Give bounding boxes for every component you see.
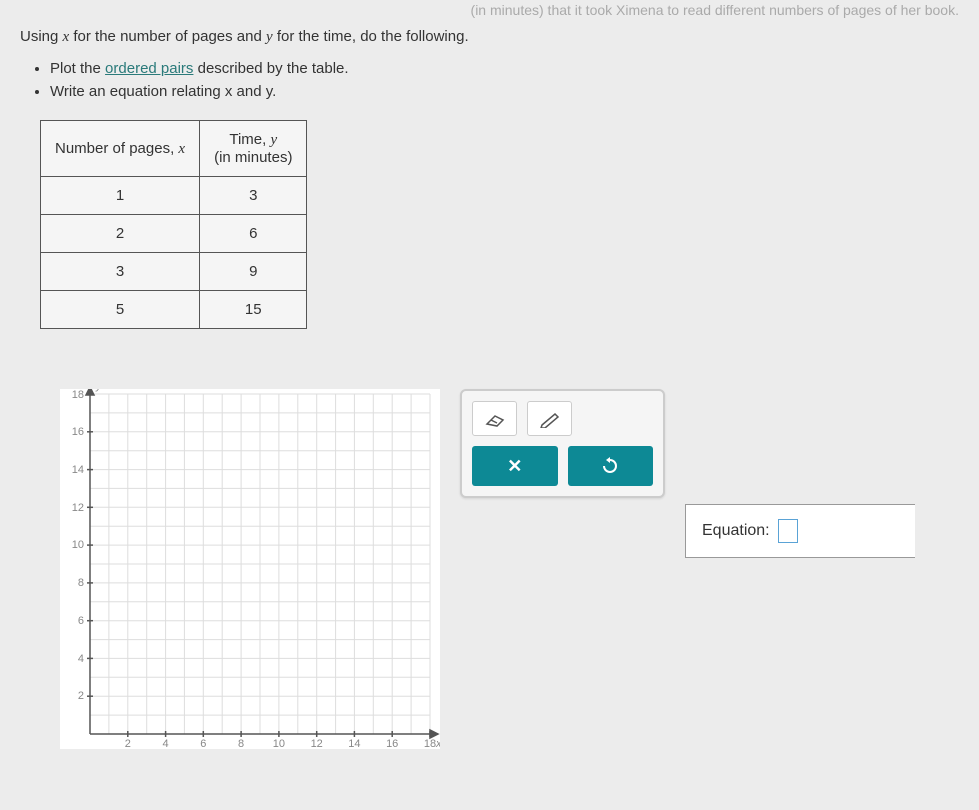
svg-text:12: 12 [72,502,84,514]
svg-text:12: 12 [311,738,323,749]
table-header-time: Time, y (in minutes) [200,121,307,177]
eraser-button[interactable] [472,401,517,436]
svg-text:18: 18 [72,389,84,401]
svg-text:2: 2 [78,690,84,702]
header-var: x [178,141,185,157]
svg-text:4: 4 [163,738,169,749]
equation-label: Equation: [702,522,770,540]
cutoff-problem-text: (in minutes) that it took Ximena to read… [0,0,979,28]
bullet-item: Write an equation relating x and y. [50,83,959,100]
header-sub: (in minutes) [214,149,292,166]
cell-y: 6 [200,215,307,253]
cell-y: 9 [200,253,307,291]
bullet-text: . [272,83,276,100]
undo-icon [600,456,620,476]
svg-text:16: 16 [386,738,398,749]
ordered-pairs-link[interactable]: ordered pairs [105,60,193,77]
instruction-text: Using x for the number of pages and y fo… [20,28,959,46]
bullet-text: Plot the [50,60,105,77]
table-row: 2 6 [41,215,307,253]
header-text: Number of pages, [55,140,178,157]
bullet-list: Plot the ordered pairs described by the … [50,60,959,100]
table-row: 1 3 [41,177,307,215]
coordinate-grid[interactable]: 2 4 6 8 10 12 14 16 18 2 4 6 8 10 [60,389,440,749]
grid-svg[interactable]: 2 4 6 8 10 12 14 16 18 2 4 6 8 10 [60,389,440,749]
close-icon: ✕ [507,456,522,477]
pencil-button[interactable] [527,401,572,436]
instruction-suffix: for the time, do the following. [273,28,469,45]
cell-x: 3 [41,253,200,291]
instruction-mid: for the number of pages and [69,28,266,45]
svg-text:14: 14 [72,464,84,476]
pencil-icon [538,410,562,428]
cell-x: 5 [41,291,200,329]
var-y: y [266,29,273,45]
drawing-toolbox: ✕ [460,389,665,498]
svg-text:18: 18 [424,738,436,749]
svg-text:6: 6 [78,615,84,627]
equation-input[interactable] [778,519,798,543]
undo-button[interactable] [568,446,654,486]
clear-button[interactable]: ✕ [472,446,558,486]
cell-x: 2 [41,215,200,253]
svg-text:8: 8 [238,738,244,749]
svg-text:6: 6 [200,738,206,749]
equation-box: Equation: [685,504,915,558]
cell-y: 3 [200,177,307,215]
instruction-prefix: Using [20,28,63,45]
bullet-item: Plot the ordered pairs described by the … [50,60,959,77]
cell-x: 1 [41,177,200,215]
table-row: 3 9 [41,253,307,291]
header-text: Time, [229,131,270,148]
bullet-text: Write an equation relating [50,83,225,100]
svg-text:10: 10 [273,738,285,749]
svg-text:16: 16 [72,426,84,438]
svg-text:14: 14 [348,738,360,749]
svg-text:2: 2 [125,738,131,749]
svg-text:x: x [435,738,440,749]
svg-text:4: 4 [78,653,84,665]
bullet-text: and [232,83,265,100]
table-header-pages: Number of pages, x [41,121,200,177]
header-var: y [270,132,277,148]
cell-y: 15 [200,291,307,329]
bullet-text: described by the table. [193,60,348,77]
eraser-icon [483,410,507,428]
svg-text:y: y [95,389,103,392]
svg-text:10: 10 [72,539,84,551]
table-row: 5 15 [41,291,307,329]
svg-text:8: 8 [78,577,84,589]
data-table: Number of pages, x Time, y (in minutes) … [40,120,307,329]
